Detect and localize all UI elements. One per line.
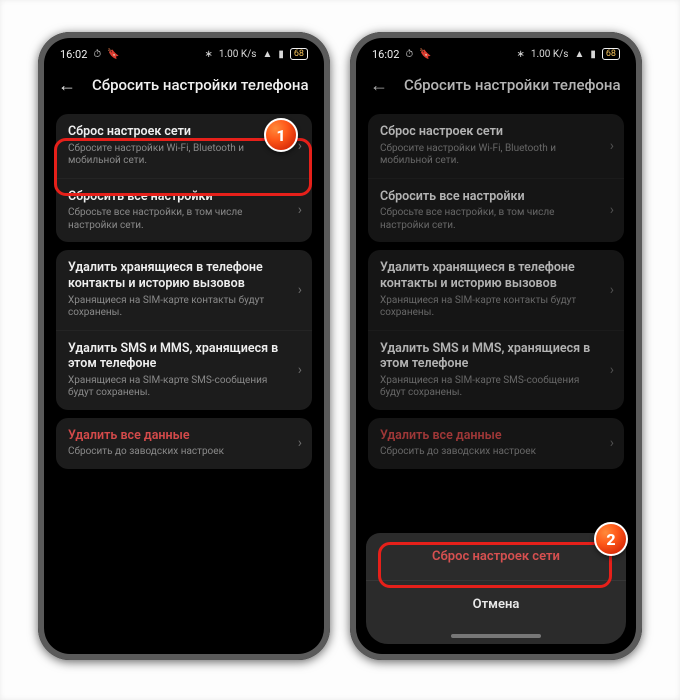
sheet-cancel-button[interactable]: Отмена [366,580,626,628]
alarm-icon: ⏱ [405,49,413,60]
row-title: Удалить все данные [68,428,280,444]
row-subtitle: Хранящиеся на SIM-карте SMS-сообщения бу… [380,375,592,400]
net-speed: 1.00 K/s [219,49,257,60]
row-reset-all-settings[interactable]: Сбросить все настройки Сбросьте все наст… [56,178,312,243]
bluetooth-icon: ∗ [517,49,525,60]
row-title: Удалить SMS и MMS, хранящиеся в этом тел… [380,341,592,372]
signal-icon: ▮ [590,49,596,60]
row-subtitle: Хранящиеся на SIM-карте контакты будут с… [68,295,280,320]
net-speed: 1.00 K/s [531,49,569,60]
group-reset: Сброс настроек сети Сбросите настройки W… [368,114,624,242]
row-delete-contacts[interactable]: Удалить хранящиеся в телефоне контакты и… [56,250,312,329]
chevron-right-icon: › [298,202,302,218]
chevron-right-icon: › [298,138,302,154]
status-time: 16:02 [372,48,399,61]
page-header: ← Сбросить настройки телефона [46,68,322,106]
status-time: 16:02 [60,48,87,61]
row-subtitle: Хранящиеся на SIM-карте SMS-сообщения бу… [68,375,280,400]
group-delete: Удалить хранящиеся в телефоне контакты и… [368,250,624,410]
group-erase: Удалить все данные Сбросить до заводских… [56,418,312,469]
signal-icon: ▮ [278,49,284,60]
chevron-right-icon: › [610,202,614,218]
row-reset-network[interactable]: Сброс настроек сети Сбросите настройки W… [56,114,312,178]
tag-icon: 🔖 [419,49,431,60]
page-title: Сбросить настройки телефона [92,76,309,94]
group-erase: Удалить все данные Сбросить до заводских… [368,418,624,469]
row-subtitle: Сбросить до заводских настроек [68,446,280,459]
chevron-right-icon: › [298,282,302,298]
battery-indicator: 68 [290,48,308,60]
home-indicator [451,634,541,638]
group-reset: Сброс настроек сети Сбросите настройки W… [56,114,312,242]
wifi-icon: ▲ [574,49,584,60]
status-bar: 16:02 ⏱ 🔖 ∗ 1.00 K/s ▲ ▮ 68 [358,40,634,68]
row-title: Сброс настроек сети [68,124,280,140]
alarm-icon: ⏱ [93,49,101,60]
row-delete-contacts[interactable]: Удалить хранящиеся в телефоне контакты и… [368,250,624,329]
row-title: Сбросить все настройки [380,189,592,205]
battery-indicator: 68 [602,48,620,60]
back-icon[interactable]: ← [368,74,390,96]
row-title: Удалить хранящиеся в телефоне контакты и… [380,260,592,291]
back-icon[interactable]: ← [56,74,78,96]
chevron-right-icon: › [298,435,302,451]
page-title: Сбросить настройки телефона [404,76,621,94]
group-delete: Удалить хранящиеся в телефоне контакты и… [56,250,312,410]
row-subtitle: Сбросьте все настройки, в том числе наст… [68,207,280,232]
row-reset-all-settings[interactable]: Сбросить все настройки Сбросьте все наст… [368,178,624,243]
chevron-right-icon: › [610,282,614,298]
chevron-right-icon: › [298,362,302,378]
tag-icon: 🔖 [107,49,119,60]
row-title: Удалить все данные [380,428,592,444]
row-erase-all[interactable]: Удалить все данные Сбросить до заводских… [56,418,312,469]
bluetooth-icon: ∗ [205,49,213,60]
wifi-icon: ▲ [262,49,272,60]
row-delete-sms[interactable]: Удалить SMS и MMS, хранящиеся в этом тел… [56,330,312,410]
row-title: Сбросить все настройки [68,189,280,205]
phone-step-2: 16:02 ⏱ 🔖 ∗ 1.00 K/s ▲ ▮ 68 ← Сбросить н… [350,32,642,660]
confirm-sheet: Сброс настроек сети Отмена [366,533,626,644]
status-bar: 16:02 ⏱ 🔖 ∗ 1.00 K/s ▲ ▮ 68 [46,40,322,68]
chevron-right-icon: › [610,138,614,154]
row-subtitle: Хранящиеся на SIM-карте контакты будут с… [380,295,592,320]
phone-step-1: 16:02 ⏱ 🔖 ∗ 1.00 K/s ▲ ▮ 68 ← Сбросить н… [38,32,330,660]
sheet-confirm-button[interactable]: Сброс настроек сети [366,533,626,580]
page-header: ← Сбросить настройки телефона [358,68,634,106]
row-title: Удалить SMS и MMS, хранящиеся в этом тел… [68,341,280,372]
row-delete-sms[interactable]: Удалить SMS и MMS, хранящиеся в этом тел… [368,330,624,410]
row-erase-all[interactable]: Удалить все данные Сбросить до заводских… [368,418,624,469]
row-title: Удалить хранящиеся в телефоне контакты и… [68,260,280,291]
row-subtitle: Сбросите настройки Wi-Fi, Bluetooth и мо… [68,143,280,168]
row-subtitle: Сбросьте все настройки, в том числе наст… [380,207,592,232]
chevron-right-icon: › [610,435,614,451]
row-subtitle: Сбросить до заводских настроек [380,446,592,459]
row-reset-network[interactable]: Сброс настроек сети Сбросите настройки W… [368,114,624,178]
row-title: Сброс настроек сети [380,124,592,140]
row-subtitle: Сбросите настройки Wi-Fi, Bluetooth и мо… [380,143,592,168]
chevron-right-icon: › [610,362,614,378]
